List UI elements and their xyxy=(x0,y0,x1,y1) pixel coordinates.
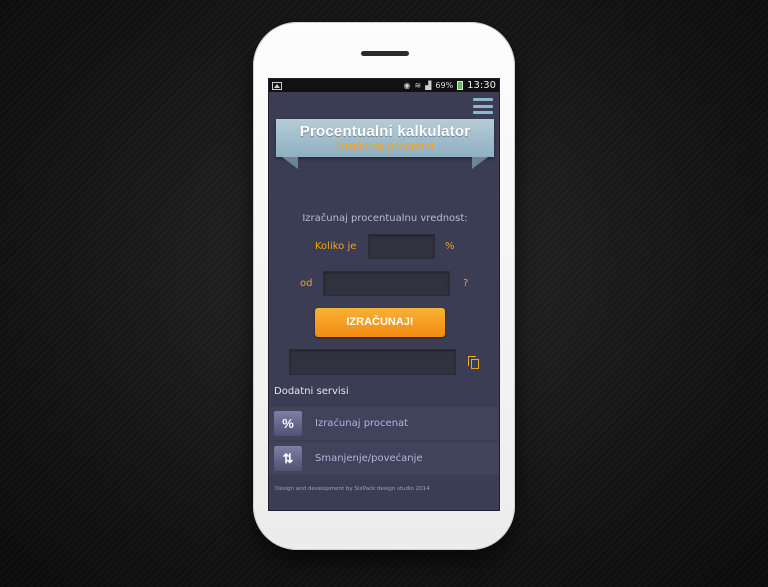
question-suffix: ? xyxy=(463,278,469,289)
percent-icon: % xyxy=(274,411,302,436)
service-item-increase-decrease[interactable]: ⇅ Smanjenje/povećanje xyxy=(269,442,499,475)
copy-icon[interactable] xyxy=(468,356,480,369)
koliko-label: Koliko je xyxy=(315,241,357,252)
page-title: Procentualni kalkulator xyxy=(299,123,471,140)
percent-input[interactable] xyxy=(368,234,435,259)
battery-percent: 69% xyxy=(435,81,454,90)
service-item-label: Izraćunaj procenat xyxy=(315,418,409,429)
up-down-arrows-icon: ⇅ xyxy=(274,446,302,471)
signal-icon: ▟ xyxy=(425,81,432,90)
phone-speaker xyxy=(361,51,409,56)
footer-credits: Design and development by SixPack design… xyxy=(275,486,430,492)
phone-frame: ◉ ≋ ▟ 69% 13:30 Procentualni kalkulator … xyxy=(253,22,515,550)
form-heading: Izračunaj procentualnu vrednost: xyxy=(302,213,468,224)
calculate-button[interactable]: IZRAČUNAJ! xyxy=(315,308,445,337)
status-time: 13:30 xyxy=(467,80,496,91)
service-item-label: Smanjenje/povećanje xyxy=(315,453,423,464)
base-value-input[interactable] xyxy=(323,271,450,296)
status-bar: ◉ ≋ ▟ 69% 13:30 xyxy=(269,79,499,92)
service-item-percent[interactable]: % Izraćunaj procenat xyxy=(269,407,499,440)
result-field[interactable] xyxy=(289,349,456,375)
services-title: Dodatni servisi xyxy=(274,386,349,397)
phone-screen: ◉ ≋ ▟ 69% 13:30 Procentualni kalkulator … xyxy=(268,78,500,511)
wifi-icon: ≋ xyxy=(414,81,422,90)
title-banner: Procentualni kalkulator Izračunaj procen… xyxy=(276,119,494,169)
od-label: od xyxy=(300,278,313,289)
hamburger-menu-icon[interactable] xyxy=(473,98,493,114)
page-subtitle: Izračunaj procenat xyxy=(335,139,435,153)
battery-icon xyxy=(457,81,464,90)
percent-suffix: % xyxy=(445,241,455,252)
eye-icon: ◉ xyxy=(403,81,411,90)
image-icon xyxy=(272,81,282,90)
